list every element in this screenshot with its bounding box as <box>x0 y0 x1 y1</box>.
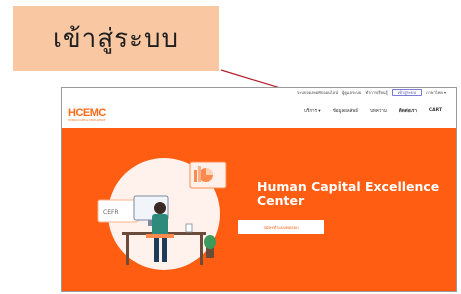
login-button[interactable]: เข้าสู่ระบบ <box>391 89 422 96</box>
language-select[interactable]: ภาษาไทย ▾ <box>426 89 446 96</box>
callout-label: เข้าสู่ระบบ <box>52 24 180 54</box>
topbar-text-1[interactable]: ระบบจองหอพักออนไลน์ <box>297 89 338 96</box>
nav-item-articles[interactable]: บทความ <box>370 107 387 114</box>
login-callout: เข้าสู่ระบบ <box>13 6 219 71</box>
topbar-text-3[interactable]: ทำการเรียนรู้ <box>365 89 387 96</box>
website-screenshot: ระบบจองหอพักออนไลน์ ผู้ดูแลระบบ ทำการเรี… <box>61 87 457 292</box>
hero-title: Human Capital Excellence Center <box>257 179 440 208</box>
main-navbar: HCEMC HUMAN CAPITAL EXCELLENCE บริการ ▾ … <box>62 97 456 129</box>
cefr-label: CEFR <box>103 209 119 216</box>
stage: เข้าสู่ระบบ ระบบจองหอพักออนไลน์ ผู้ดูแลร… <box>0 0 461 294</box>
nav-item-results[interactable]: ข้อมูลผลลัพธ์ <box>333 107 358 114</box>
nav-item-cart[interactable]: CART <box>429 108 442 113</box>
nav-item-contact[interactable]: ติดต่อเรา <box>399 107 417 114</box>
hero-banner: CEFR Human Capital Excellence Center สมั… <box>62 128 456 291</box>
cup <box>185 223 193 233</box>
hero-cta-button[interactable]: สมัครทำแบบทดสอบ <box>238 220 324 234</box>
chair <box>146 234 174 238</box>
site-logo-subtitle: HUMAN CAPITAL EXCELLENCE <box>68 119 106 122</box>
person-body <box>152 214 168 236</box>
site-logo[interactable]: HCEMC <box>68 107 106 119</box>
hero-illustration: CEFR <box>97 158 227 270</box>
topbar-text-2[interactable]: ผู้ดูแลระบบ <box>342 89 361 96</box>
nav-item-services[interactable]: บริการ ▾ <box>304 107 321 114</box>
top-utility-bar: ระบบจองหอพักออนไลน์ ผู้ดูแลระบบ ทำการเรี… <box>62 88 456 97</box>
nav-menu: บริการ ▾ ข้อมูลผลลัพธ์ บทความ ติดต่อเรา … <box>304 107 442 114</box>
person-head <box>154 202 166 214</box>
